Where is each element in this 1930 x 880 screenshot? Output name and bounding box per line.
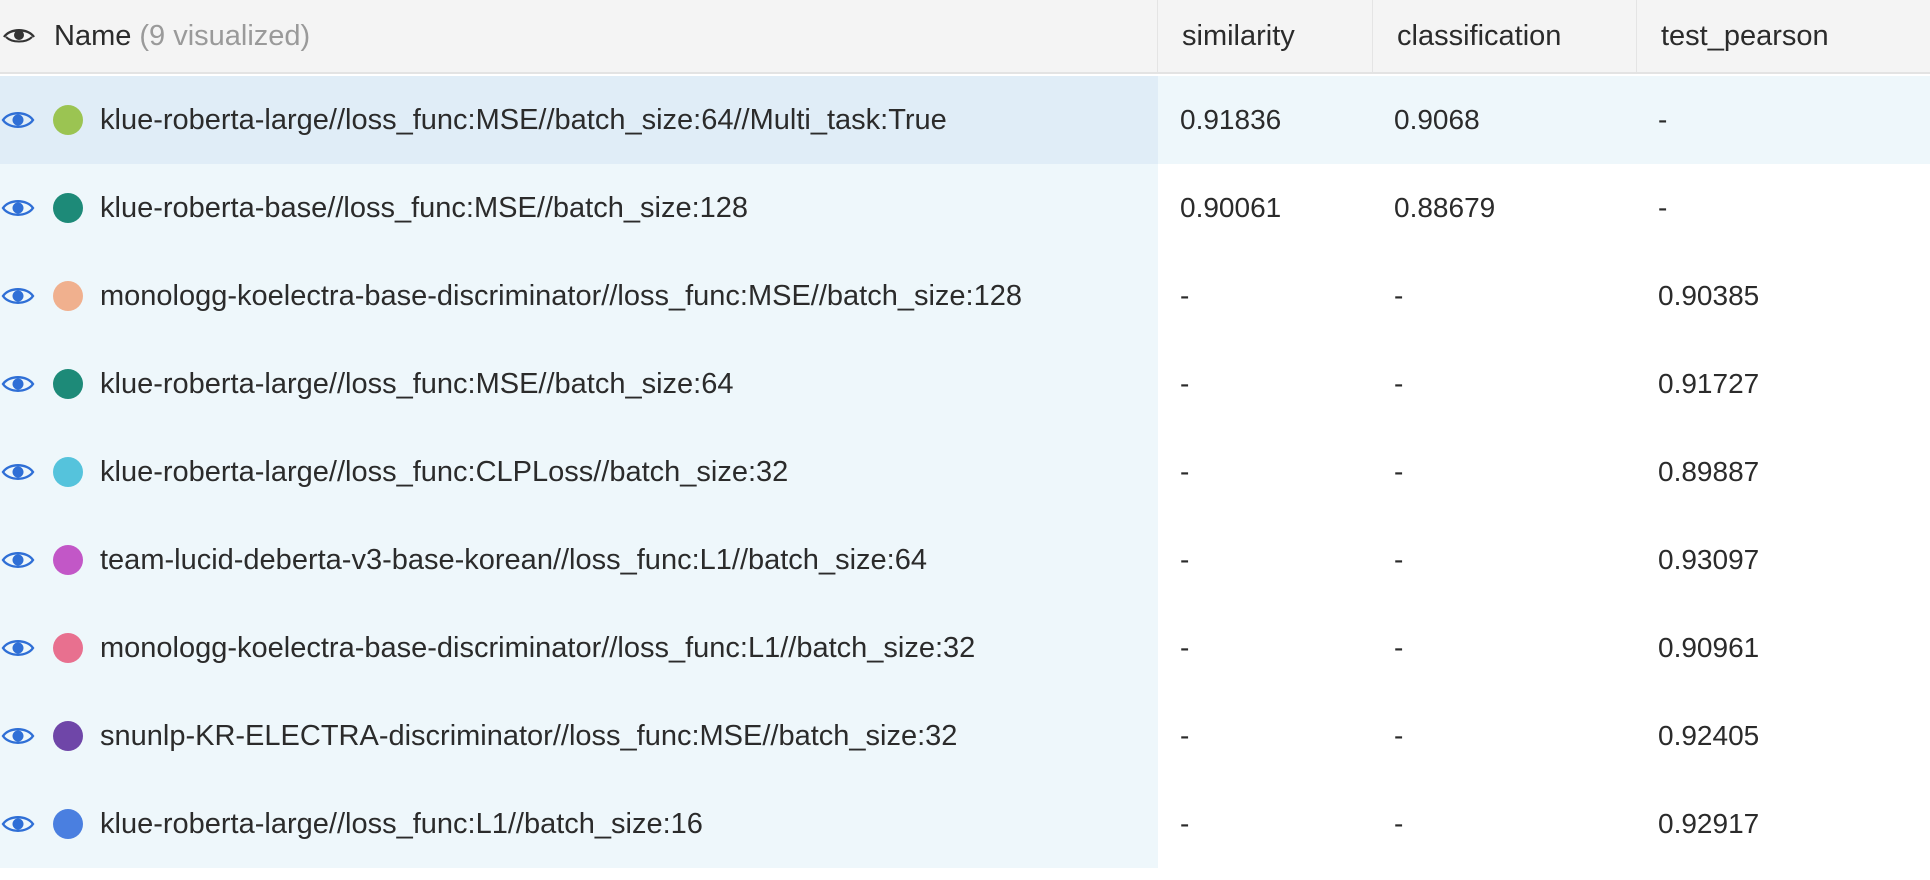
similarity-value: - (1180, 280, 1190, 311)
metrics-cell-bg (1158, 428, 1930, 516)
test-pearson-value: - (1658, 104, 1668, 135)
metrics-cell-bg (1158, 516, 1930, 604)
table-row[interactable]: monologg-koelectra-base-discriminator//l… (0, 252, 1930, 340)
run-color-dot[interactable] (53, 105, 83, 135)
table-row[interactable]: klue-roberta-large//loss_func:CLPLoss//b… (0, 428, 1930, 516)
visualized-count: (9 visualized) (139, 19, 311, 52)
metrics-cell-bg (1158, 252, 1930, 340)
visibility-toggle-all-icon[interactable] (0, 22, 38, 50)
table-row[interactable]: klue-roberta-large//loss_func:L1//batch_… (0, 780, 1930, 868)
table-row[interactable]: monologg-koelectra-base-discriminator//l… (0, 604, 1930, 692)
metrics-cell-bg (1158, 692, 1930, 780)
table-row[interactable]: klue-roberta-large//loss_func:MSE//batch… (0, 76, 1930, 164)
run-name-cell[interactable]: klue-roberta-large//loss_func:MSE//batch… (0, 340, 1158, 428)
test-pearson-value: 0.93097 (1658, 544, 1760, 575)
classification-value: - (1394, 456, 1404, 487)
run-color-dot[interactable] (53, 457, 83, 487)
run-color-dot[interactable] (53, 633, 83, 663)
eye-icon[interactable] (0, 635, 36, 661)
classification-value: 0.9068 (1394, 104, 1480, 135)
run-name-cell[interactable]: klue-roberta-large//loss_func:CLPLoss//b… (0, 428, 1158, 516)
run-color-dot[interactable] (53, 193, 83, 223)
column-header-similarity[interactable]: similarity (1158, 0, 1373, 72)
test-pearson-value: 0.92405 (1658, 720, 1760, 751)
run-name-cell[interactable]: snunlp-KR-ELECTRA-discriminator//loss_fu… (0, 692, 1158, 780)
metrics-cell-bg (1158, 780, 1930, 868)
name-column-header[interactable]: Name (9 visualized) (0, 0, 1158, 72)
similarity-value: - (1180, 808, 1190, 839)
eye-icon[interactable] (0, 811, 36, 837)
run-name[interactable]: snunlp-KR-ELECTRA-discriminator//loss_fu… (100, 720, 957, 753)
classification-value: - (1394, 808, 1404, 839)
run-color-dot[interactable] (53, 721, 83, 751)
run-name-cell[interactable]: klue-roberta-large//loss_func:MSE//batch… (0, 76, 1158, 164)
similarity-value: - (1180, 632, 1190, 663)
test-pearson-value: 0.90385 (1658, 280, 1760, 311)
eye-icon[interactable] (0, 195, 36, 221)
run-name-cell[interactable]: monologg-koelectra-base-discriminator//l… (0, 252, 1158, 340)
similarity-value: - (1180, 544, 1190, 575)
eye-icon[interactable] (0, 459, 36, 485)
table-row[interactable]: team-lucid-deberta-v3-base-korean//loss_… (0, 516, 1930, 604)
test-pearson-value: 0.92917 (1658, 808, 1760, 839)
run-name[interactable]: klue-roberta-large//loss_func:L1//batch_… (100, 808, 703, 841)
run-name-cell[interactable]: team-lucid-deberta-v3-base-korean//loss_… (0, 516, 1158, 604)
metrics-cell-bg (1158, 340, 1930, 428)
run-name[interactable]: klue-roberta-large//loss_func:MSE//batch… (100, 104, 947, 137)
test-pearson-value: 0.90961 (1658, 632, 1760, 663)
column-header-classification[interactable]: classification (1373, 0, 1637, 72)
run-name[interactable]: team-lucid-deberta-v3-base-korean//loss_… (100, 544, 927, 577)
classification-value: - (1394, 544, 1404, 575)
test-pearson-value: - (1658, 192, 1668, 223)
run-color-dot[interactable] (53, 281, 83, 311)
eye-icon[interactable] (0, 723, 36, 749)
run-name[interactable]: klue-roberta-base//loss_func:MSE//batch_… (100, 192, 748, 225)
classification-value: - (1394, 720, 1404, 751)
eye-icon[interactable] (0, 371, 36, 397)
table-row[interactable]: snunlp-KR-ELECTRA-discriminator//loss_fu… (0, 692, 1930, 780)
run-name[interactable]: klue-roberta-large//loss_func:MSE//batch… (100, 368, 733, 401)
run-color-dot[interactable] (53, 809, 83, 839)
test-pearson-value: 0.89887 (1658, 456, 1760, 487)
classification-value: - (1394, 368, 1404, 399)
eye-icon[interactable] (0, 107, 36, 133)
metrics-cell-bg (1158, 604, 1930, 692)
name-header-label: Name (54, 19, 132, 52)
similarity-value: 0.91836 (1180, 104, 1282, 135)
table-header: Name (9 visualized) similarity classific… (0, 0, 1930, 74)
classification-value: - (1394, 632, 1404, 663)
run-color-dot[interactable] (53, 545, 83, 575)
similarity-value: 0.90061 (1180, 192, 1282, 223)
eye-icon[interactable] (0, 547, 36, 573)
similarity-value: - (1180, 456, 1190, 487)
classification-value: 0.88679 (1394, 192, 1496, 223)
run-name[interactable]: monologg-koelectra-base-discriminator//l… (100, 632, 975, 665)
table-row[interactable]: klue-roberta-base//loss_func:MSE//batch_… (0, 164, 1930, 252)
run-name-cell[interactable]: klue-roberta-base//loss_func:MSE//batch_… (0, 164, 1158, 252)
run-name-cell[interactable]: monologg-koelectra-base-discriminator//l… (0, 604, 1158, 692)
table-row[interactable]: klue-roberta-large//loss_func:MSE//batch… (0, 340, 1930, 428)
runs-table: Name (9 visualized) similarity classific… (0, 0, 1930, 880)
run-name-cell[interactable]: klue-roberta-large//loss_func:L1//batch_… (0, 780, 1158, 868)
similarity-value: - (1180, 720, 1190, 751)
eye-icon[interactable] (0, 283, 36, 309)
test-pearson-value: 0.91727 (1658, 368, 1760, 399)
similarity-value: - (1180, 368, 1190, 399)
run-name[interactable]: klue-roberta-large//loss_func:CLPLoss//b… (100, 456, 788, 489)
run-color-dot[interactable] (53, 369, 83, 399)
classification-value: - (1394, 280, 1404, 311)
column-header-test-pearson[interactable]: test_pearson (1637, 0, 1930, 72)
run-name[interactable]: monologg-koelectra-base-discriminator//l… (100, 280, 1022, 313)
